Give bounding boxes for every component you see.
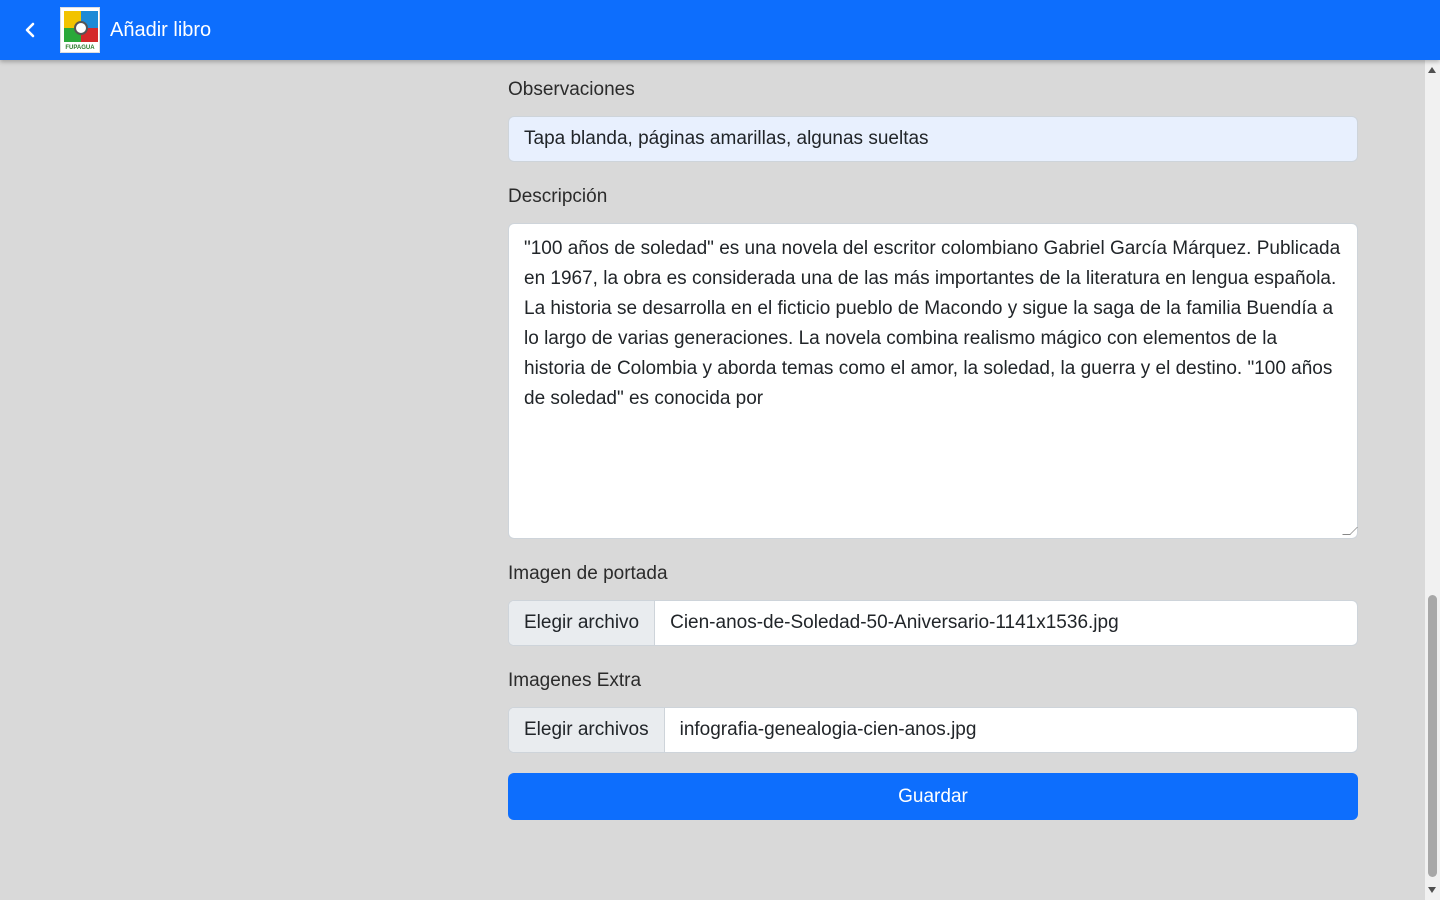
page-title: Añadir libro (110, 18, 212, 41)
page-scrollbar[interactable] (1425, 60, 1440, 900)
scroll-up-arrow-icon[interactable] (1428, 67, 1436, 73)
portada-file-input[interactable]: Elegir archivo Cien-anos-de-Soledad-50-A… (508, 600, 1358, 646)
resize-handle[interactable] (1342, 527, 1358, 535)
chevron-left-icon (25, 22, 35, 38)
descripcion-label: Descripción (508, 186, 608, 207)
portada-file-name: Cien-anos-de-Soledad-50-Aniversario-1141… (670, 612, 1119, 633)
extra-images-label: Imagenes Extra (508, 670, 642, 691)
scroll-down-arrow-icon[interactable] (1428, 887, 1436, 893)
save-button[interactable]: Guardar (508, 773, 1358, 820)
observaciones-label: Observaciones (508, 79, 635, 100)
descripcion-textarea[interactable]: "100 años de soledad" es una novela del … (508, 223, 1358, 539)
fupagua-logo: FUPAGUA (60, 7, 100, 53)
choose-files-button[interactable]: Elegir archivos (509, 708, 665, 752)
scrollbar-thumb[interactable] (1428, 595, 1437, 877)
back-button[interactable] (0, 0, 60, 60)
logo-text: FUPAGUA (65, 45, 95, 51)
portada-label: Imagen de portada (508, 563, 668, 584)
extra-images-file-input[interactable]: Elegir archivos infografia-genealogia-ci… (508, 707, 1358, 753)
extra-file-name: infografia-genealogia-cien-anos.jpg (679, 719, 977, 740)
app-header: FUPAGUA Añadir libro (0, 0, 1440, 60)
descripcion-text: "100 años de soledad" es una novela del … (524, 238, 1341, 409)
choose-file-button[interactable]: Elegir archivo (509, 601, 656, 645)
observaciones-input[interactable]: Tapa blanda, páginas amarillas, algunas … (508, 116, 1358, 162)
